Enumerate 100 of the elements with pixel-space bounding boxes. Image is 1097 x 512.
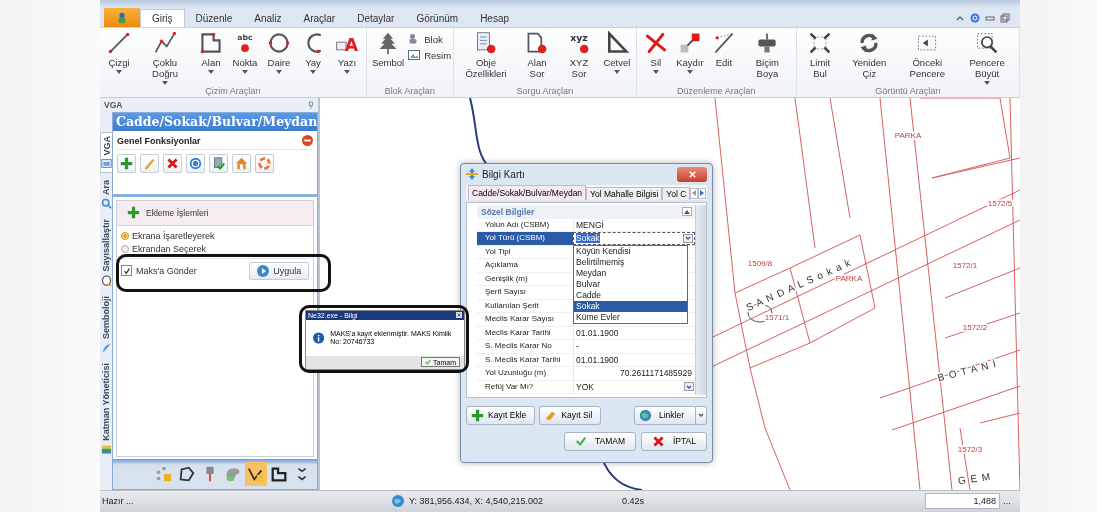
ribbon-button[interactable]: Daire xyxy=(261,28,296,86)
minimize-icon[interactable] xyxy=(985,13,995,24)
ribbon-button[interactable]: Edit xyxy=(706,28,741,86)
restore-icon[interactable] xyxy=(1000,13,1010,24)
tool-button[interactable] xyxy=(209,153,228,173)
scale-field[interactable]: 1,488 xyxy=(925,493,1000,510)
dropdown-button[interactable] xyxy=(683,233,693,243)
property-name[interactable]: Yol Türü (CSBM) xyxy=(477,232,573,245)
radio-option[interactable]: Ekrana İşaretleyerek xyxy=(117,229,314,243)
section-title: Ekleme İşlemleri xyxy=(146,207,209,218)
radio-button[interactable] xyxy=(121,245,129,254)
radio-button[interactable] xyxy=(121,232,129,241)
links-dropdown-button[interactable] xyxy=(696,405,707,425)
splitter[interactable] xyxy=(113,193,318,197)
ok-button[interactable]: TAMAM xyxy=(563,431,636,451)
ribbon-button[interactable]: Obje Özellikleri xyxy=(456,28,516,86)
checkbox[interactable] xyxy=(121,265,132,277)
tool-button[interactable] xyxy=(140,153,159,173)
scroll-right-button[interactable] xyxy=(698,187,707,199)
application-menu-button[interactable] xyxy=(104,8,140,28)
tool-button[interactable] xyxy=(117,153,136,173)
record-button[interactable]: Kayıt Ekle xyxy=(466,405,536,425)
tool-button[interactable] xyxy=(163,153,182,173)
property-name[interactable]: S. Meclis Karar Tarihi xyxy=(477,353,573,367)
side-tab[interactable]: Sayısallaştır xyxy=(100,216,112,289)
ribbon-button[interactable]: Alan xyxy=(193,28,228,86)
tool-button[interactable] xyxy=(186,153,205,173)
toolbar-button[interactable] xyxy=(245,461,268,486)
menu-tab[interactable]: Analiz xyxy=(243,9,293,28)
apply-button[interactable]: Uygula xyxy=(249,261,310,280)
dialog-tab[interactable]: Cadde/Sokak/Bulvar/Meydan xyxy=(468,184,587,200)
scale-button[interactable]: ... xyxy=(1000,494,1014,509)
property-name[interactable]: Meclis Karar Sayısı xyxy=(477,313,573,326)
circle-icon xyxy=(266,31,291,56)
dropdown-option[interactable]: Bulvar xyxy=(574,279,687,291)
side-tab[interactable]: VGA xyxy=(100,131,112,174)
tool-button[interactable] xyxy=(232,153,251,173)
ribbon-button[interactable]: A Yazı xyxy=(329,28,364,86)
cancel-button[interactable]: İPTAL xyxy=(641,431,707,451)
help-icon xyxy=(189,156,202,170)
ribbon-button[interactable]: Sembol xyxy=(368,28,408,86)
side-tab[interactable]: Katman Yöneticisi xyxy=(100,359,112,458)
property-name[interactable]: Genişlik (m) xyxy=(477,272,573,286)
help-icon[interactable] xyxy=(970,13,980,24)
menu-tab[interactable]: Giriş xyxy=(140,9,185,28)
property-name[interactable]: Yolun Adı (CSBM) xyxy=(477,218,573,232)
dropdown-option[interactable]: Cadde xyxy=(574,290,687,302)
ribbon-button[interactable]: Blok xyxy=(407,32,452,47)
ribbon-button[interactable]: xyz XYZ Sor xyxy=(558,28,600,86)
side-tab[interactable]: Semboloji xyxy=(100,292,112,356)
dropdown-option[interactable]: Belirtilmemiş xyxy=(574,257,687,269)
menu-tab[interactable]: Detaylar xyxy=(346,9,406,28)
property-name[interactable]: Meclis Karar Tarihi xyxy=(477,326,573,340)
ribbon-button[interactable]: Çizgi xyxy=(102,28,136,86)
pin-icon[interactable] xyxy=(308,100,314,109)
property-name[interactable]: Refüj Var Mı? xyxy=(477,380,573,394)
ribbon-button[interactable]: abc Nokta xyxy=(227,28,262,86)
property-name[interactable]: Açıklama xyxy=(477,259,573,272)
side-tab[interactable]: Ara xyxy=(100,177,112,213)
menu-tab[interactable]: Hesap xyxy=(469,9,521,28)
panel-banner: Cadde/Sokak/Bulvar/Meydan xyxy=(113,112,318,131)
property-name[interactable]: Yol Tipi xyxy=(477,245,573,259)
radio-option[interactable]: Ekrandan Seçerek xyxy=(117,242,314,256)
close-button[interactable] xyxy=(677,166,707,182)
ribbon-button[interactable]: Çoklu Doğru xyxy=(136,28,194,86)
ribbon-button[interactable]: Sil xyxy=(638,28,673,86)
ribbon-button[interactable]: Kaydır xyxy=(672,28,707,86)
ribbon-button[interactable]: Limit Bul xyxy=(798,28,842,86)
plus-icon xyxy=(120,156,133,170)
menu-tab[interactable]: Düzenle xyxy=(184,9,244,28)
property-name[interactable]: Kullanılan Şerit xyxy=(477,299,573,313)
dropdown-option[interactable]: Küme Evler xyxy=(574,312,687,324)
ribbon-button[interactable]: Yeniden Çiz xyxy=(841,28,898,86)
ribbon-button[interactable]: Pencere Büyüt xyxy=(957,28,1017,86)
dialog-tab[interactable]: Yol Mahalle Bilgisi xyxy=(586,186,663,200)
tool-button[interactable] xyxy=(255,153,274,173)
collapse-button[interactable] xyxy=(682,207,692,217)
dropdown-option[interactable]: Köyün Kendisi xyxy=(574,246,687,258)
dropdown-option[interactable]: Sokak xyxy=(574,301,687,313)
ribbon-button[interactable]: Önceki Pencere xyxy=(897,28,958,86)
property-name[interactable]: S. Meclis Karar No xyxy=(477,340,573,353)
right-arrow-icon xyxy=(699,190,706,197)
ribbon-button[interactable]: Alan Sor xyxy=(515,28,559,86)
collapse-icon[interactable] xyxy=(302,135,314,147)
close-icon[interactable] xyxy=(456,312,462,319)
property-name[interactable]: Yol Uzunluğu (m) xyxy=(477,367,573,380)
ribbon-button[interactable]: Resim xyxy=(407,48,452,63)
ribbon-button[interactable]: Biçim Boya xyxy=(740,28,794,86)
ribbon-button[interactable]: Yay xyxy=(295,28,330,86)
ribbon-button[interactable]: Cetvel xyxy=(599,28,634,86)
property-name[interactable]: Şerit Sayısı xyxy=(477,286,573,299)
dropdown-option[interactable]: Meydan xyxy=(574,268,687,280)
scrollbar[interactable] xyxy=(695,204,706,395)
dropdown-button[interactable] xyxy=(684,382,694,392)
menu-tab[interactable]: Görünüm xyxy=(405,9,470,28)
menu-tab[interactable]: Araçlar xyxy=(292,9,347,28)
record-button[interactable]: Kayıt Sil xyxy=(539,405,602,425)
record-button[interactable]: Linkler xyxy=(634,405,696,425)
plus-icon xyxy=(127,206,140,220)
dialog-tab[interactable]: Yol C xyxy=(662,186,691,200)
